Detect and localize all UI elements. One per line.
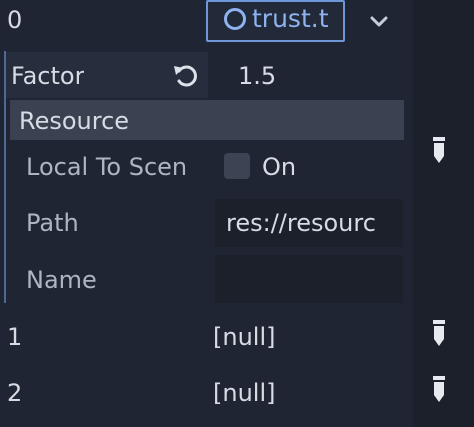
name-label: Name	[26, 266, 97, 294]
local-to-scene-checkbox[interactable]	[224, 153, 250, 179]
chevron-down-icon	[370, 16, 388, 27]
array-index-1: 1	[7, 323, 23, 351]
edit-button-2[interactable]	[413, 368, 465, 414]
null-value-1[interactable]: [null]	[213, 322, 275, 352]
revert-icon	[174, 65, 197, 87]
resource-header-label: Resource	[19, 107, 130, 135]
array-index-0: 0	[7, 6, 23, 34]
local-to-scene-on-text: On	[262, 153, 297, 181]
name-field[interactable]	[215, 255, 403, 303]
pencil-icon	[433, 320, 445, 346]
edit-button-0[interactable]	[424, 134, 454, 168]
array-index-2: 2	[7, 379, 23, 407]
path-label: Path	[26, 209, 79, 237]
pencil-icon	[433, 137, 445, 163]
dropdown-button[interactable]	[352, 2, 404, 42]
factor-value[interactable]: 1.5	[238, 61, 398, 91]
local-to-scene-label: Local To Scen	[26, 153, 188, 181]
resource-value-label: trust.t	[252, 4, 329, 33]
path-value: res://resourc	[226, 209, 376, 237]
pencil-icon	[433, 376, 445, 402]
revert-button[interactable]	[170, 60, 202, 92]
circle-ring-icon	[224, 8, 246, 30]
factor-label: Factor	[11, 62, 85, 90]
edit-button-1[interactable]	[413, 312, 465, 358]
null-value-2[interactable]: [null]	[213, 378, 275, 408]
right-strip	[413, 0, 474, 427]
